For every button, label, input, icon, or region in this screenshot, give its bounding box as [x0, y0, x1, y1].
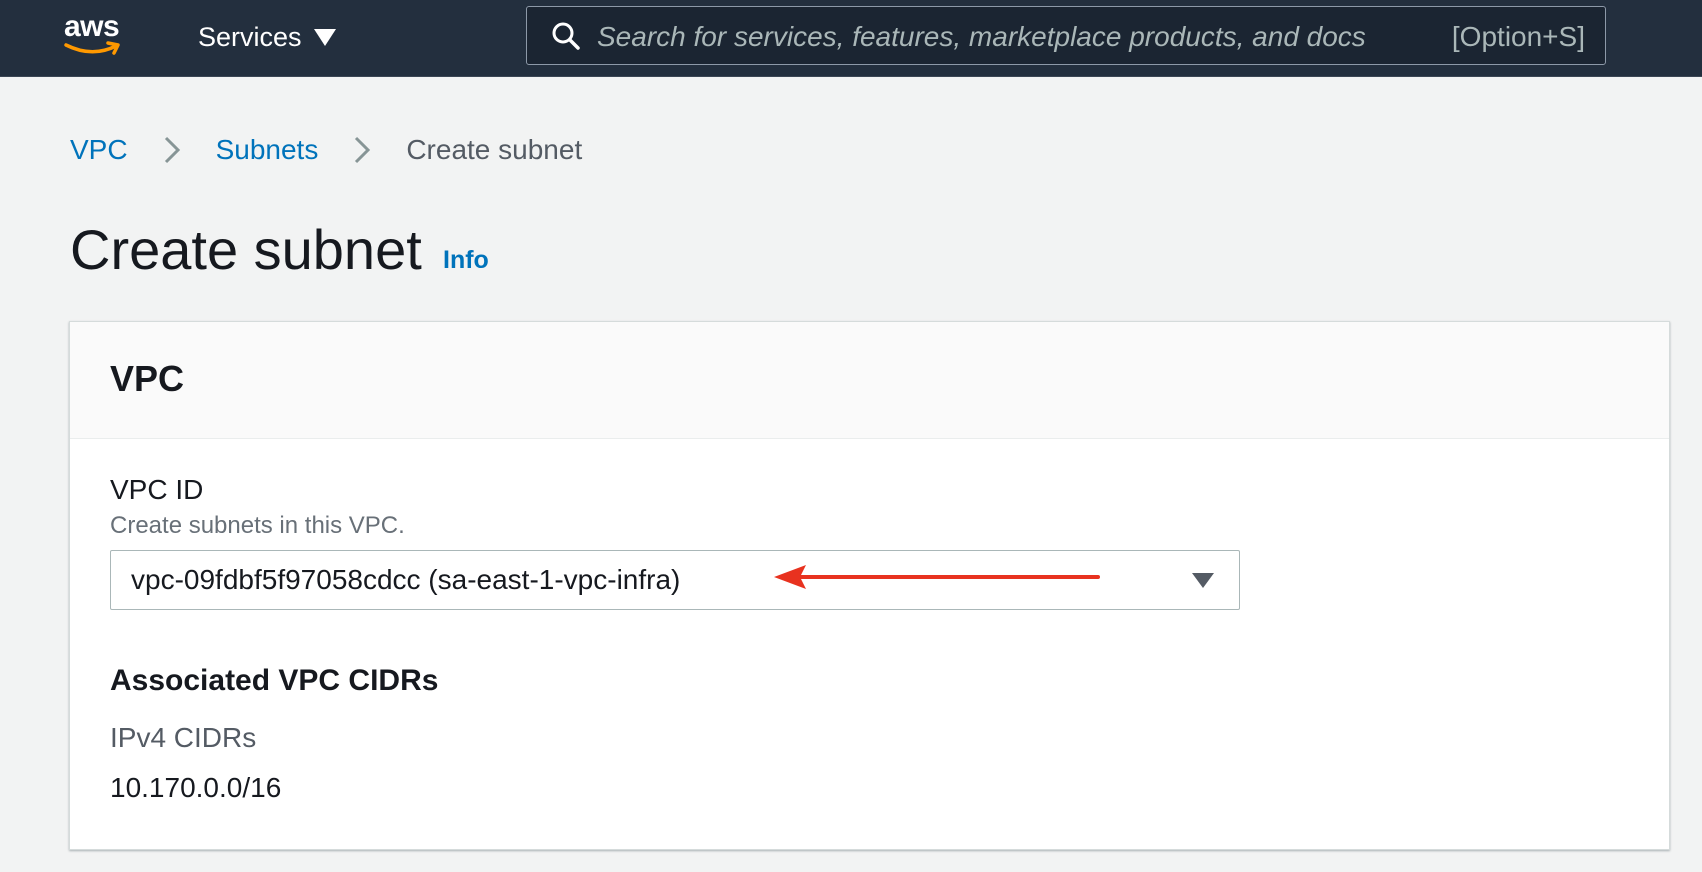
ipv4-cidrs-label: IPv4 CIDRs	[110, 722, 257, 753]
vpc-id-label: VPC ID	[110, 474, 204, 505]
search-placeholder: Search for services, features, marketpla…	[597, 21, 1366, 52]
top-navigation-bar: aws Services Search for services, featur…	[0, 0, 1702, 77]
search-input[interactable]: Search for services, features, marketpla…	[526, 6, 1606, 65]
amazon-smile-icon	[64, 41, 120, 55]
page-title: Create subnet	[70, 218, 422, 281]
breadcrumb: VPC Subnets Create subnet	[70, 132, 582, 168]
aws-logo-text: aws	[64, 10, 120, 43]
container-title: VPC	[110, 358, 185, 399]
breadcrumb-link-vpc[interactable]: VPC	[70, 134, 128, 166]
services-menu-button[interactable]: Services	[198, 19, 336, 55]
vpc-id-select[interactable]: vpc-09fdbf5f97058cdcc (sa-east-1-vpc-inf…	[110, 550, 1240, 610]
breadcrumb-current: Create subnet	[406, 134, 583, 165]
caret-down-icon	[313, 28, 336, 46]
aws-logo[interactable]: aws	[62, 12, 134, 60]
associated-cidrs-heading: Associated VPC CIDRs	[110, 664, 439, 697]
chevron-right-icon	[164, 136, 180, 164]
info-link[interactable]: Info	[443, 246, 489, 275]
vpc-container: VPC VPC ID Create subnets in this VPC. v…	[69, 321, 1670, 850]
ipv4-cidrs-value: 10.170.0.0/16	[110, 772, 282, 803]
search-shortcut-hint: [Option+S]	[1451, 21, 1585, 52]
services-label: Services	[198, 21, 302, 52]
caret-down-icon	[1192, 573, 1214, 588]
vpc-id-description: Create subnets in this VPC.	[110, 512, 405, 539]
search-icon	[552, 22, 580, 50]
vpc-id-selected-value: vpc-09fdbf5f97058cdcc (sa-east-1-vpc-inf…	[131, 564, 681, 595]
chevron-right-icon	[355, 136, 371, 164]
container-header: VPC	[70, 322, 1669, 439]
breadcrumb-link-subnets[interactable]: Subnets	[216, 134, 319, 166]
